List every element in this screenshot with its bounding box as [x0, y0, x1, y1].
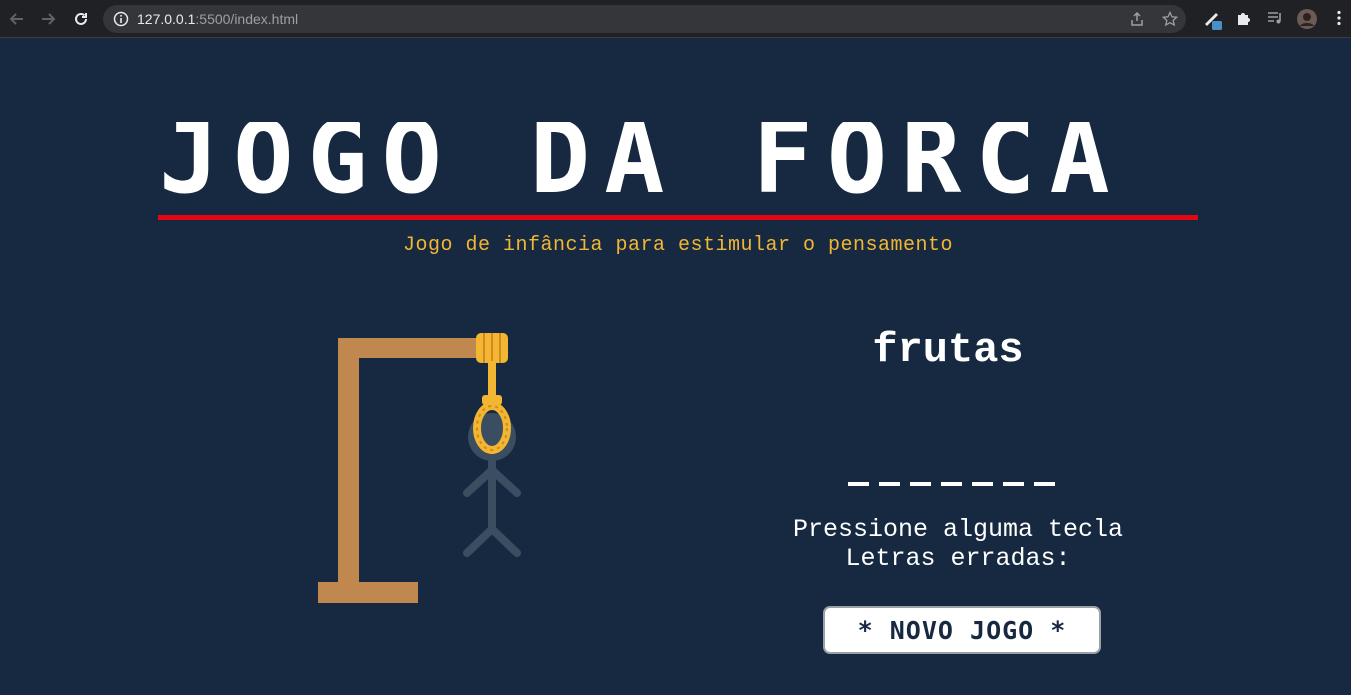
page-subtitle: Jogo de infância para estimular o pensam…: [402, 234, 954, 257]
gallows-base: [318, 582, 418, 603]
word-hint: frutas: [872, 326, 1024, 374]
press-key-message: Pressione alguma tecla: [792, 515, 1124, 544]
share-icon[interactable]: [1129, 11, 1145, 27]
letter-slot: [848, 482, 869, 486]
page-title-text: JOGO DA FORCA: [159, 122, 1124, 216]
reload-icon[interactable]: [70, 8, 92, 30]
forward-icon[interactable]: [37, 8, 59, 30]
gallows-beam: [338, 338, 488, 358]
media-queue-icon[interactable]: [1266, 9, 1284, 27]
word-slots: [848, 464, 1078, 494]
gallows-pole: [338, 338, 359, 584]
hangman-drawing: [310, 325, 540, 615]
bookmark-star-icon[interactable]: [1161, 10, 1179, 27]
info-icon[interactable]: [113, 11, 129, 27]
address-bar[interactable]: 127.0.0.1:5500/index.html: [103, 5, 1186, 33]
url-host: 127.0.0.1: [137, 11, 196, 27]
profile-avatar[interactable]: [1296, 8, 1318, 30]
more-menu-icon[interactable]: [1330, 9, 1348, 27]
letter-slot: [941, 482, 962, 486]
pen-extension-icon[interactable]: [1202, 9, 1222, 30]
puzzle-extension-icon[interactable]: [1235, 9, 1253, 27]
letter-slot: [972, 482, 993, 486]
page-title: JOGO DA FORCA: [157, 122, 1198, 218]
new-game-button[interactable]: * NOVO JOGO *: [823, 606, 1101, 654]
game-message: Pressione alguma tecla Letras erradas:: [758, 515, 1158, 573]
browser-toolbar: 127.0.0.1:5500/index.html: [0, 0, 1351, 38]
letter-slot: [1034, 482, 1055, 486]
title-underline: [158, 215, 1198, 220]
letter-slot: [879, 482, 900, 486]
url-text: 127.0.0.1:5500/index.html: [137, 11, 298, 27]
letter-slot: [910, 482, 931, 486]
back-icon[interactable]: [6, 8, 28, 30]
letter-slot: [1003, 482, 1024, 486]
url-path: :5500/index.html: [195, 11, 299, 27]
wrong-letters-label: Letras erradas:: [845, 544, 1071, 573]
